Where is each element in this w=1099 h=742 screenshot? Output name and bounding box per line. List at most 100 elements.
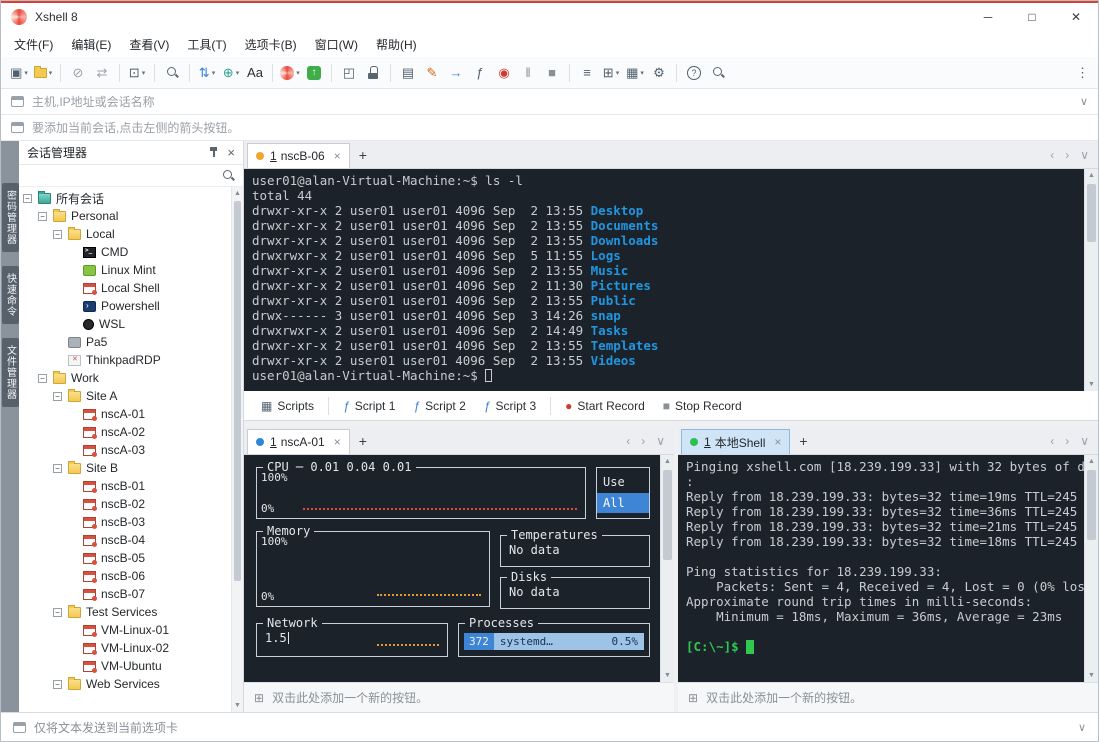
local-add-button-bar[interactable]: ⊞ 双击此处添加一个新的按钮。 [678, 682, 1098, 712]
tab-nav-next-icon[interactable]: › [1065, 434, 1069, 448]
script-icon[interactable]: ƒ [469, 61, 491, 85]
zoom-icon[interactable] [707, 61, 729, 85]
scroll-down-icon[interactable]: ▼ [232, 699, 243, 712]
tree-item-local-shell[interactable]: Local Shell [19, 279, 231, 297]
selector-option-all[interactable]: All [597, 493, 649, 513]
tree-item-所有会话[interactable]: − 所有会话 [19, 189, 231, 207]
new-tab-button[interactable]: + [359, 147, 367, 163]
scroll-up-icon[interactable]: ▲ [1085, 455, 1098, 468]
tab-nav-prev-icon[interactable]: ‹ [626, 434, 630, 448]
tree-item-pa5[interactable]: Pa5 [19, 333, 231, 351]
scroll-up-icon[interactable]: ▲ [232, 187, 243, 200]
tree-item-vm-linux-01[interactable]: VM-Linux-01 [19, 621, 231, 639]
local-terminal[interactable]: Pinging xshell.com [18.239.199.33] with … [678, 455, 1098, 682]
expander-icon[interactable]: − [53, 607, 62, 617]
highlight-icon[interactable]: ✎ [421, 61, 443, 85]
tree-item-site-b[interactable]: − Site B [19, 459, 231, 477]
side-tab-1[interactable]: 密码管理器 [1, 183, 19, 252]
close-button[interactable]: ✕ [1054, 3, 1098, 31]
scriptbar-scripts[interactable]: Scripts [252, 396, 323, 416]
tree-item-nscb-07[interactable]: nscB-07 [19, 585, 231, 603]
scroll-up-icon[interactable]: ▲ [661, 455, 674, 468]
tab-本地shell[interactable]: 1 本地Shell × [681, 429, 791, 454]
tab-nav-menu-icon[interactable]: ∨ [1080, 434, 1089, 448]
tree-item-thinkpadrdp[interactable]: ThinkpadRDP [19, 351, 231, 369]
web-browser-icon[interactable]: ⊕ ▾ [220, 61, 242, 85]
tab-close-icon[interactable]: × [334, 149, 341, 163]
expander-icon[interactable]: − [38, 211, 47, 221]
expander-icon[interactable]: − [38, 373, 47, 383]
tree-item-local[interactable]: − Local [19, 225, 231, 243]
local-terminal-scrollbar[interactable]: ▲ ▼ [1084, 455, 1098, 682]
expander-icon[interactable]: − [53, 229, 62, 239]
xshell-session-icon[interactable]: ▾ [279, 61, 301, 85]
expander-icon[interactable]: − [23, 193, 32, 203]
duplicate-session-icon[interactable]: ⊡ ▾ [126, 61, 148, 85]
fullscreen-icon[interactable]: ◰ [338, 61, 360, 85]
new-session-icon[interactable]: ▣ ▾ [8, 61, 30, 85]
tab-nav-prev-icon[interactable]: ‹ [1050, 148, 1054, 162]
scroll-down-icon[interactable]: ▼ [1085, 669, 1098, 682]
cpu-view-selector[interactable]: Use All [596, 467, 650, 519]
address-bar[interactable]: 主机,IP地址或会话名称 ∨ [1, 89, 1098, 115]
minimize-button[interactable]: ─ [966, 3, 1010, 31]
scroll-thumb[interactable] [663, 470, 672, 560]
menu-item-7[interactable]: 帮助(H) [367, 32, 426, 57]
tab-nav-next-icon[interactable]: › [641, 434, 645, 448]
monitor-terminal-scrollbar[interactable]: ▲ ▼ [660, 455, 674, 682]
tree-item-nscb-04[interactable]: nscB-04 [19, 531, 231, 549]
tab-nav-menu-icon[interactable]: ∨ [1080, 148, 1089, 162]
scroll-up-icon[interactable]: ▲ [1085, 169, 1098, 182]
main-terminal-scrollbar[interactable]: ▲ ▼ [1084, 169, 1098, 391]
scroll-thumb[interactable] [1087, 470, 1096, 540]
tab-nsca-01[interactable]: 1 nscA-01 × [247, 429, 350, 454]
tab-nav-menu-icon[interactable]: ∨ [656, 434, 665, 448]
scriptbar-script-2[interactable]: Script 2 [404, 396, 474, 416]
menu-item-1[interactable]: 文件(F) [5, 32, 62, 57]
disconnect-icon[interactable]: ⊘ [67, 61, 89, 85]
toolbar-overflow-icon[interactable]: ⋮ [1073, 65, 1092, 81]
tree-item-vm-ubuntu[interactable]: VM-Ubuntu [19, 657, 231, 675]
menu-item-5[interactable]: 选项卡(B) [236, 32, 306, 57]
properties-pane-icon[interactable]: ≡ [576, 61, 598, 85]
tree-item-personal[interactable]: − Personal [19, 207, 231, 225]
scriptbar-script-3[interactable]: Script 3 [475, 396, 545, 416]
tree-item-nscb-06[interactable]: nscB-06 [19, 567, 231, 585]
tree-item-nscb-01[interactable]: nscB-01 [19, 477, 231, 495]
tree-item-wsl[interactable]: WSL [19, 315, 231, 333]
maximize-button[interactable]: □ [1010, 3, 1054, 31]
tree-item-nscb-02[interactable]: nscB-02 [19, 495, 231, 513]
monitor-add-button-bar[interactable]: ⊞ 双击此处添加一个新的按钮。 [244, 682, 674, 712]
panel-close-icon[interactable]: × [227, 146, 235, 159]
tile-layout-icon[interactable]: ▦ ▾ [624, 61, 646, 85]
process-row[interactable]: 372 systemd… 0.5% [464, 633, 644, 650]
menu-item-4[interactable]: 工具(T) [178, 32, 235, 57]
scroll-thumb[interactable] [234, 201, 241, 581]
menu-item-6[interactable]: 窗口(W) [306, 32, 367, 57]
monitor-terminal[interactable]: CPU ─ 0.01 0.04 0.01 100% 0% Use All Mem… [244, 455, 674, 682]
tree-item-nsca-02[interactable]: nscA-02 [19, 423, 231, 441]
transfer-icon[interactable]: ⇅ ▾ [196, 61, 218, 85]
new-tab-button[interactable]: + [359, 433, 367, 449]
tree-item-linux-mint[interactable]: Linux Mint [19, 261, 231, 279]
tree-item-site-a[interactable]: − Site A [19, 387, 231, 405]
tab-nav-prev-icon[interactable]: ‹ [1050, 434, 1054, 448]
session-tree-scrollbar[interactable]: ▲ ▼ [231, 187, 243, 712]
tree-item-nscb-05[interactable]: nscB-05 [19, 549, 231, 567]
tab-close-icon[interactable]: × [334, 435, 341, 449]
main-terminal[interactable]: user01@alan-Virtual-Machine:~$ ls -l tota… [244, 169, 1098, 391]
tree-item-web-services[interactable]: − Web Services [19, 675, 231, 693]
selector-option-use[interactable]: Use [597, 471, 649, 493]
stop-icon[interactable]: ■ [541, 61, 563, 85]
side-tab-3[interactable]: 文件管理器 [1, 338, 19, 407]
address-dropdown-icon[interactable]: ∨ [1080, 95, 1088, 108]
tree-item-nscb-03[interactable]: nscB-03 [19, 513, 231, 531]
new-tab-icon[interactable]: ⊞ ▾ [600, 61, 622, 85]
tree-item-work[interactable]: − Work [19, 369, 231, 387]
scriptbar-stop-record[interactable]: Stop Record [654, 396, 751, 416]
tab-close-icon[interactable]: × [774, 435, 781, 449]
lock-screen-icon[interactable] [362, 61, 384, 85]
new-tab-button[interactable]: + [799, 433, 807, 449]
tree-item-nsca-03[interactable]: nscA-03 [19, 441, 231, 459]
side-tab-2[interactable]: 快速命令 [1, 266, 19, 324]
